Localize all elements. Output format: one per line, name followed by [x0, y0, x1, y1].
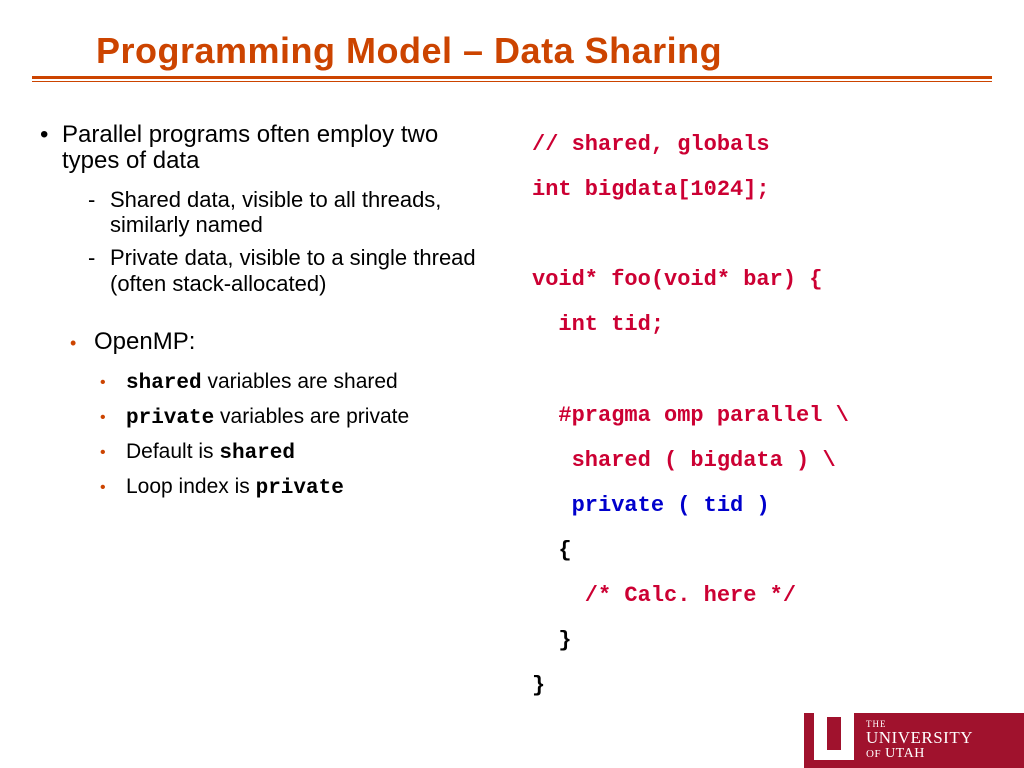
bullet-mark: -	[88, 187, 110, 238]
bullet-text: Shared data, visible to all threads, sim…	[110, 187, 502, 238]
bullet-level1: • OpenMP:	[70, 328, 502, 356]
slide-content: • Parallel programs often employ two typ…	[0, 82, 1024, 708]
bullet-level2: • shared variables are shared	[100, 370, 502, 395]
code-line: shared ( bigdata ) \	[532, 438, 994, 483]
bullet-text: private variables are private	[126, 405, 409, 430]
logo-u-icon	[810, 713, 858, 768]
code-line: int bigdata[1024];	[532, 167, 994, 212]
bullet-level2: - Private data, visible to a single thre…	[88, 245, 502, 296]
left-column: • Parallel programs often employ two typ…	[0, 122, 512, 708]
university-logo: THE UNIVERSITY OF UTAH	[804, 713, 1024, 768]
bullet-level2: - Shared data, visible to all threads, s…	[88, 187, 502, 238]
bullet-text: Default is shared	[126, 440, 295, 465]
bullet-mark: -	[88, 245, 110, 296]
code-block: // shared, globals int bigdata[1024]; vo…	[512, 122, 1024, 708]
bullet-mark: •	[100, 405, 126, 430]
bullet-level2: • private variables are private	[100, 405, 502, 430]
bullet-text: shared variables are shared	[126, 370, 398, 395]
code-line: #pragma omp parallel \	[532, 393, 994, 438]
logo-text: THE UNIVERSITY OF UTAH	[858, 720, 973, 762]
code-line: }	[532, 663, 994, 708]
bullet-mark: •	[100, 370, 126, 395]
bullet-text: Private data, visible to a single thread…	[110, 245, 502, 296]
bullet-mark: •	[70, 328, 94, 356]
code-line: private ( tid )	[532, 483, 994, 528]
code-line	[532, 212, 994, 257]
bullet-mark: •	[40, 122, 62, 175]
bullet-level2: • Default is shared	[100, 440, 502, 465]
bullet-text: Loop index is private	[126, 475, 344, 500]
bullet-mark: •	[100, 440, 126, 465]
code-line	[532, 347, 994, 392]
code-line: }	[532, 618, 994, 663]
bullet-text: OpenMP:	[94, 328, 195, 356]
code-line: int tid;	[532, 302, 994, 347]
slide-title: Programming Model – Data Sharing	[32, 0, 992, 79]
code-line: /* Calc. here */	[532, 573, 994, 618]
bullet-text: Parallel programs often employ two types…	[62, 122, 502, 175]
bullet-mark: •	[100, 475, 126, 500]
bullet-level2: • Loop index is private	[100, 475, 502, 500]
code-line: {	[532, 528, 994, 573]
code-line: // shared, globals	[532, 122, 994, 167]
bullet-level1: • Parallel programs often employ two typ…	[40, 122, 502, 175]
code-line: void* foo(void* bar) {	[532, 257, 994, 302]
